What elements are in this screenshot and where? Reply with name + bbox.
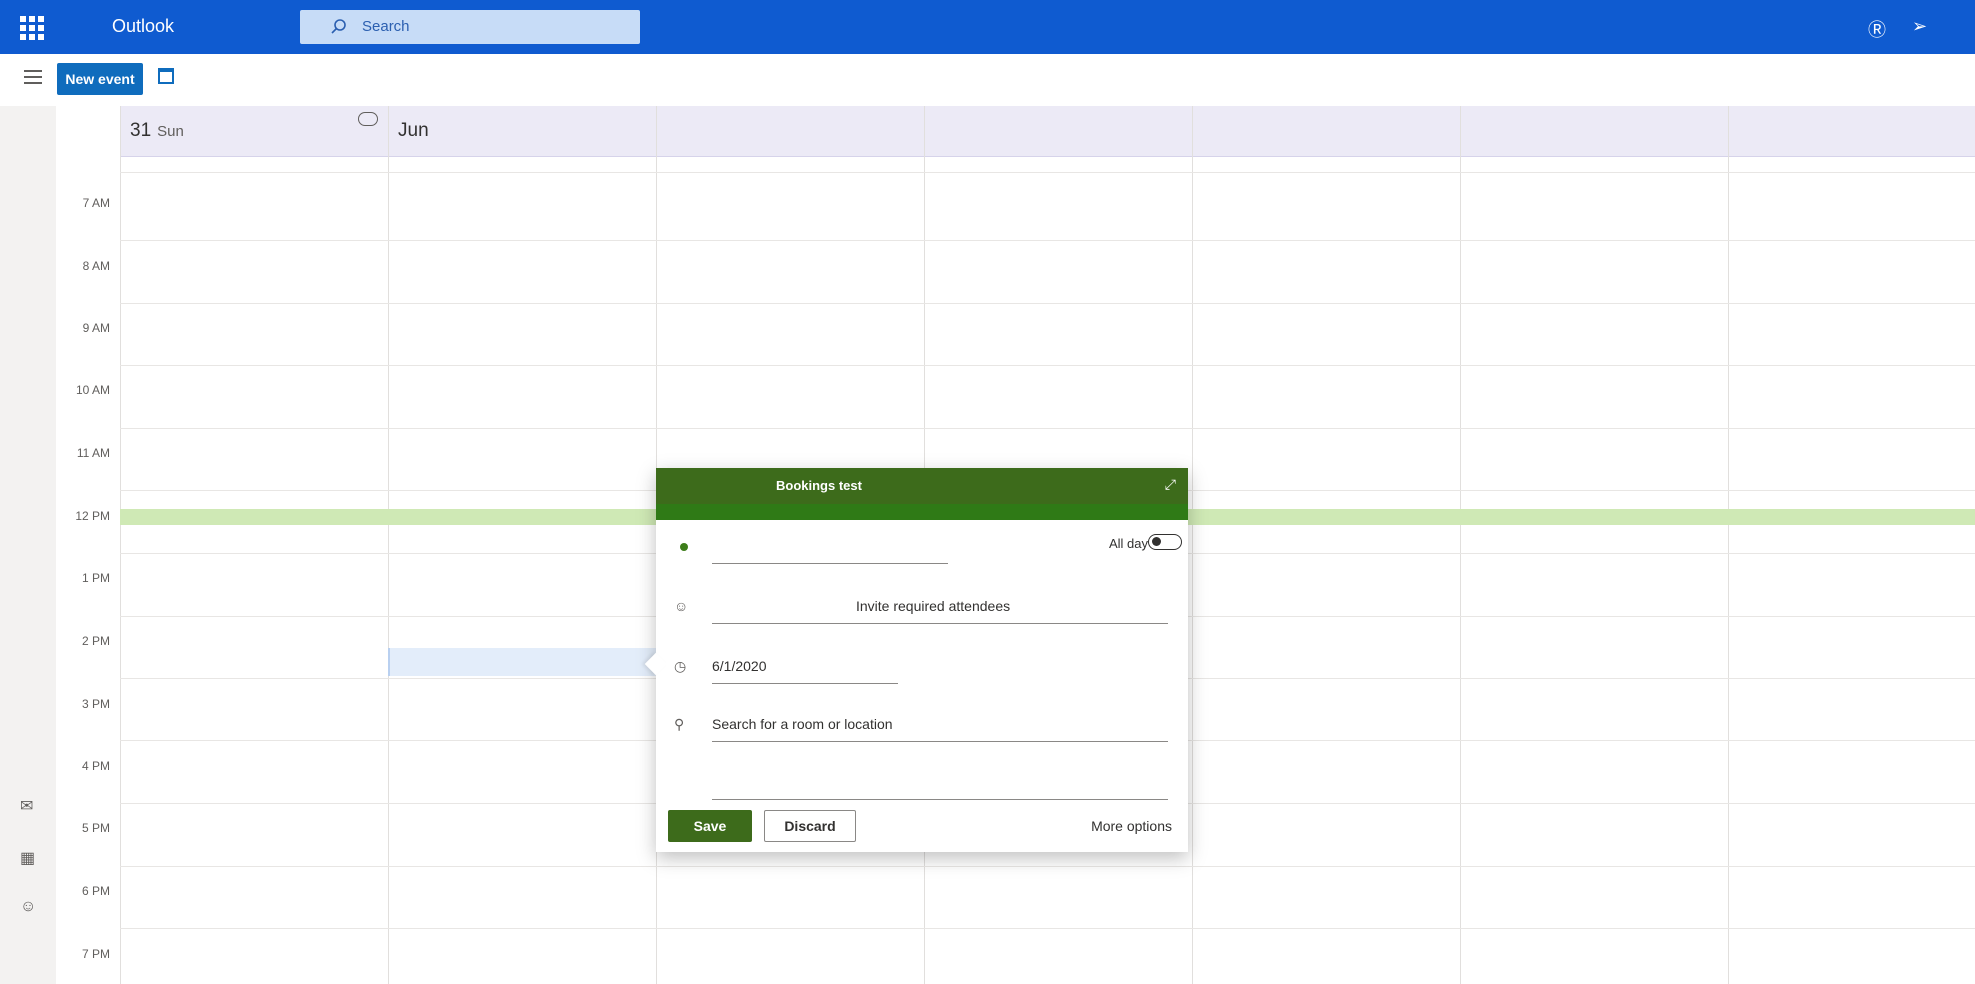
selected-time-slot[interactable] — [388, 648, 658, 676]
hour-label: 11 AM — [76, 446, 110, 460]
popup-header: Bookings test ⤢ — [656, 468, 1188, 504]
hour-label: 5 PM — [81, 821, 110, 835]
all-day-label: All day — [1108, 536, 1148, 551]
description-row — [656, 760, 1188, 806]
hour-label: 3 PM — [81, 697, 110, 711]
day-header-jun[interactable]: Jun — [398, 120, 429, 142]
hour-label: 9 AM — [82, 321, 110, 335]
hour-line — [120, 866, 1975, 867]
command-bar — [0, 54, 1975, 106]
hour-line — [120, 365, 1975, 366]
weather-icon — [358, 112, 378, 126]
hour-label: 7 AM — [82, 196, 110, 210]
calendar-selector[interactable]: Bookings test — [776, 478, 862, 493]
app-brand[interactable]: Outlook — [112, 16, 174, 37]
attendees-input[interactable]: Invite required attendees — [856, 598, 1010, 614]
hour-label: 1 PM — [81, 571, 110, 585]
column-divider — [120, 106, 121, 984]
day-header-sun[interactable]: 31 Sun — [130, 120, 184, 142]
column-divider — [1192, 106, 1193, 984]
day-name: Sun — [157, 123, 184, 140]
hour-label: 8 AM — [82, 259, 110, 273]
hour-label: 12 PM — [75, 509, 110, 523]
search-box[interactable]: Search — [300, 10, 640, 44]
new-event-popup: Bookings test ⤢ All day ☺ Invite require… — [644, 468, 1188, 852]
search-icon — [331, 19, 346, 34]
skype-icon[interactable]: Ⓡ — [1868, 16, 1886, 42]
hour-label: 7 PM — [81, 947, 110, 961]
location-underline — [712, 741, 1168, 742]
column-divider — [1460, 106, 1461, 984]
hour-line — [120, 303, 1975, 304]
left-rail: ✉ ▦ ☺ — [0, 106, 56, 984]
title-row: All day — [656, 524, 1188, 570]
date-row: ◷ 6/1/2020 — [656, 644, 1188, 690]
category-dot-icon — [680, 543, 688, 551]
person-icon: ☺ — [674, 598, 689, 614]
save-button[interactable]: Save — [668, 810, 752, 842]
expand-icon[interactable]: ⤢ — [1165, 476, 1176, 493]
location-input[interactable]: Search for a room or location — [712, 716, 893, 732]
description-underline — [712, 799, 1168, 800]
all-day-toggle[interactable] — [1148, 534, 1182, 550]
attendees-underline — [712, 623, 1168, 624]
hour-label: 2 PM — [81, 634, 110, 648]
hour-line — [120, 428, 1975, 429]
app-launcher-icon[interactable] — [20, 16, 44, 40]
discard-button[interactable]: Discard — [764, 810, 856, 842]
column-divider — [1728, 106, 1729, 984]
mail-icon[interactable]: ✉ — [20, 796, 38, 815]
more-options-link[interactable]: More options — [1091, 818, 1172, 834]
calendar-icon[interactable]: ▦ — [20, 848, 38, 867]
hour-label: 10 AM — [75, 383, 110, 397]
column-divider — [388, 106, 389, 984]
date-picker[interactable]: 6/1/2020 — [712, 658, 767, 674]
calendar-view-icon[interactable] — [158, 68, 174, 84]
date-underline — [712, 683, 898, 684]
people-icon[interactable]: ☺ — [20, 898, 38, 916]
location-row: ⚲ Search for a room or location — [656, 702, 1188, 748]
hour-label: 6 PM — [81, 884, 110, 898]
popup-header-bar — [656, 504, 1188, 520]
hour-line — [120, 928, 1975, 929]
hour-label: 4 PM — [81, 759, 110, 773]
hamburger-menu-icon[interactable] — [24, 70, 42, 84]
clock-icon: ◷ — [674, 658, 687, 674]
title-underline — [712, 563, 948, 564]
search-input[interactable]: Search — [362, 18, 410, 35]
hour-line — [120, 172, 1975, 173]
attendees-row: ☺ Invite required attendees — [656, 584, 1188, 630]
feedback-icon[interactable]: ➢ — [1912, 16, 1927, 37]
new-event-button[interactable]: New event — [57, 63, 143, 95]
top-bar: Outlook Search Ⓡ ➢ — [0, 0, 1975, 54]
hour-line — [120, 240, 1975, 241]
location-pin-icon: ⚲ — [674, 716, 685, 732]
day-number: 31 — [130, 120, 152, 141]
